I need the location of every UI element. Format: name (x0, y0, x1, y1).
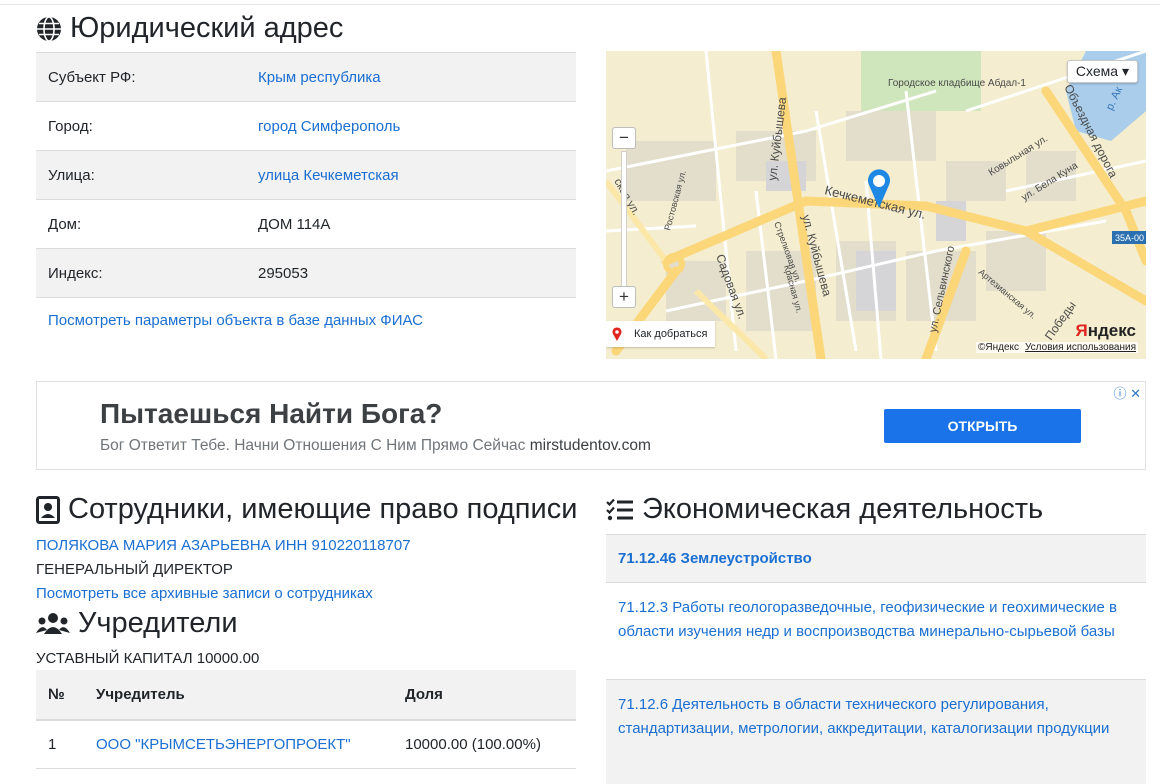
ad-domain: mirstudentov.com (529, 437, 651, 454)
founders-title: Учредители (78, 607, 238, 639)
economic-heading: Экономическая деятельность (606, 493, 1043, 526)
legal-address-heading: Юридический адрес (36, 12, 343, 45)
founders-table: № Учредитель Доля 1 ООО "КРЫМСЕТЬЭНЕРГОП… (36, 670, 576, 769)
street-link[interactable]: улица Кечкеметская (258, 167, 399, 184)
founders-heading: Учредители (36, 607, 238, 640)
zoom-slider[interactable] (621, 151, 627, 287)
address-row-street: Улица: улица Кечкеметская (36, 150, 576, 200)
zoom-control[interactable]: − + (612, 127, 636, 311)
employees-heading: Сотрудники, имеющие право подписи (36, 493, 577, 526)
address-row-house: Дом: ДОМ 114А (36, 199, 576, 249)
address-label: Субъект РФ: (36, 52, 246, 102)
task-list-icon (606, 498, 633, 520)
list-item: 71.12.6 Деятельность в области техническ… (606, 679, 1146, 784)
terms-link[interactable]: Условия использования (1025, 342, 1136, 353)
zoom-in-button[interactable]: + (612, 286, 636, 308)
activity-link[interactable]: 71.12.3 Работы геологоразведочные, геофи… (618, 599, 1117, 640)
employee-name-link[interactable]: ПОЛЯКОВА МАРИЯ АЗАРЬЕВНА ИНН 91022011870… (36, 537, 411, 554)
map-label-cemetery: Городское кладбище Абдал-1 (888, 77, 1026, 89)
authorized-capital: УСТАВНЫЙ КАПИТАЛ 10000.00 (36, 650, 260, 667)
yandex-logo: Яндекс (1075, 321, 1136, 340)
top-divider (0, 4, 1160, 5)
ad-info-close-icon[interactable]: ⓘ ✕ (1113, 383, 1141, 402)
ad-text: Бог Ответит Тебе. Начни Отношения С Ним … (100, 437, 651, 454)
list-item: 71.12.3 Работы геологоразведочные, геофи… (606, 582, 1146, 679)
map-layer-button[interactable]: Схема ▾ (1066, 60, 1138, 83)
founder-link[interactable]: ООО "КРЫМСЕТЬЭНЕРГОПРОЕКТ" (96, 736, 351, 753)
founders-header-row: № Учредитель Доля (36, 670, 576, 721)
address-row-region: Субъект РФ: Крым республика (36, 52, 576, 102)
activity-main-link[interactable]: 71.12.46 Землеустройство (618, 550, 812, 567)
fias-link[interactable]: Посмотреть параметры объекта в базе данн… (48, 312, 423, 329)
economic-title: Экономическая деятельность (642, 493, 1044, 525)
address-row-city: Город: город Симферополь (36, 101, 576, 151)
map-widget[interactable]: Городское кладбище Абдал-1 ул. Куйбышева… (606, 51, 1146, 359)
column-header-founder: Учредитель (84, 670, 393, 721)
index-value: 295053 (246, 248, 576, 298)
ad-headline[interactable]: Пытаешься Найти Бога? (100, 398, 442, 430)
address-label: Город: (36, 101, 246, 151)
activity-link[interactable]: 71.12.6 Деятельность в области техническ… (618, 696, 1109, 737)
city-link[interactable]: город Симферополь (258, 118, 400, 135)
employee-role: ГЕНЕРАЛЬНЫЙ ДИРЕКТОР (36, 561, 233, 578)
house-value: ДОМ 114А (246, 199, 576, 249)
zoom-out-button[interactable]: − (612, 127, 636, 149)
map-canvas[interactable]: Городское кладбище Абдал-1 ул. Куйбышева… (606, 51, 1146, 359)
copyright-text: ©Яндекс (978, 342, 1019, 353)
id-card-icon (36, 495, 60, 524)
location-pin-icon (612, 327, 622, 341)
column-header-share: Доля (393, 670, 576, 721)
founder-number: 1 (36, 720, 84, 769)
list-item: 71.12.46 Землеустройство (606, 534, 1146, 582)
employees-archive-link[interactable]: Посмотреть все архивные записи о сотрудн… (36, 585, 373, 602)
employees-title: Сотрудники, имеющие право подписи (68, 493, 578, 525)
route-button[interactable]: Как добраться (606, 321, 716, 347)
region-link[interactable]: Крым республика (258, 69, 381, 86)
founder-share: 10000.00 (100.00%) (393, 720, 576, 769)
ad-banner[interactable]: Пытаешься Найти Бога? Бог Ответит Тебе. … (36, 381, 1146, 470)
table-row: 1 ООО "КРЫМСЕТЬЭНЕРГОПРОЕКТ" 10000.00 (1… (36, 720, 576, 769)
address-label: Улица: (36, 150, 246, 200)
route-label: Как добраться (634, 328, 708, 340)
column-header-number: № (36, 670, 84, 721)
legal-address-title: Юридический адрес (70, 12, 344, 44)
address-label: Дом: (36, 199, 246, 249)
address-table: Субъект РФ: Крым республика Город: город… (36, 52, 576, 298)
road-code: 35А-00 (1115, 233, 1144, 243)
map-copyright: ©Яндекс Условия использования (976, 342, 1138, 353)
address-row-index: Индекс: 295053 (36, 248, 576, 298)
users-icon (36, 612, 70, 634)
address-label: Индекс: (36, 248, 246, 298)
ad-open-button[interactable]: ОТКРЫТЬ (884, 409, 1081, 443)
globe-icon (37, 15, 61, 42)
